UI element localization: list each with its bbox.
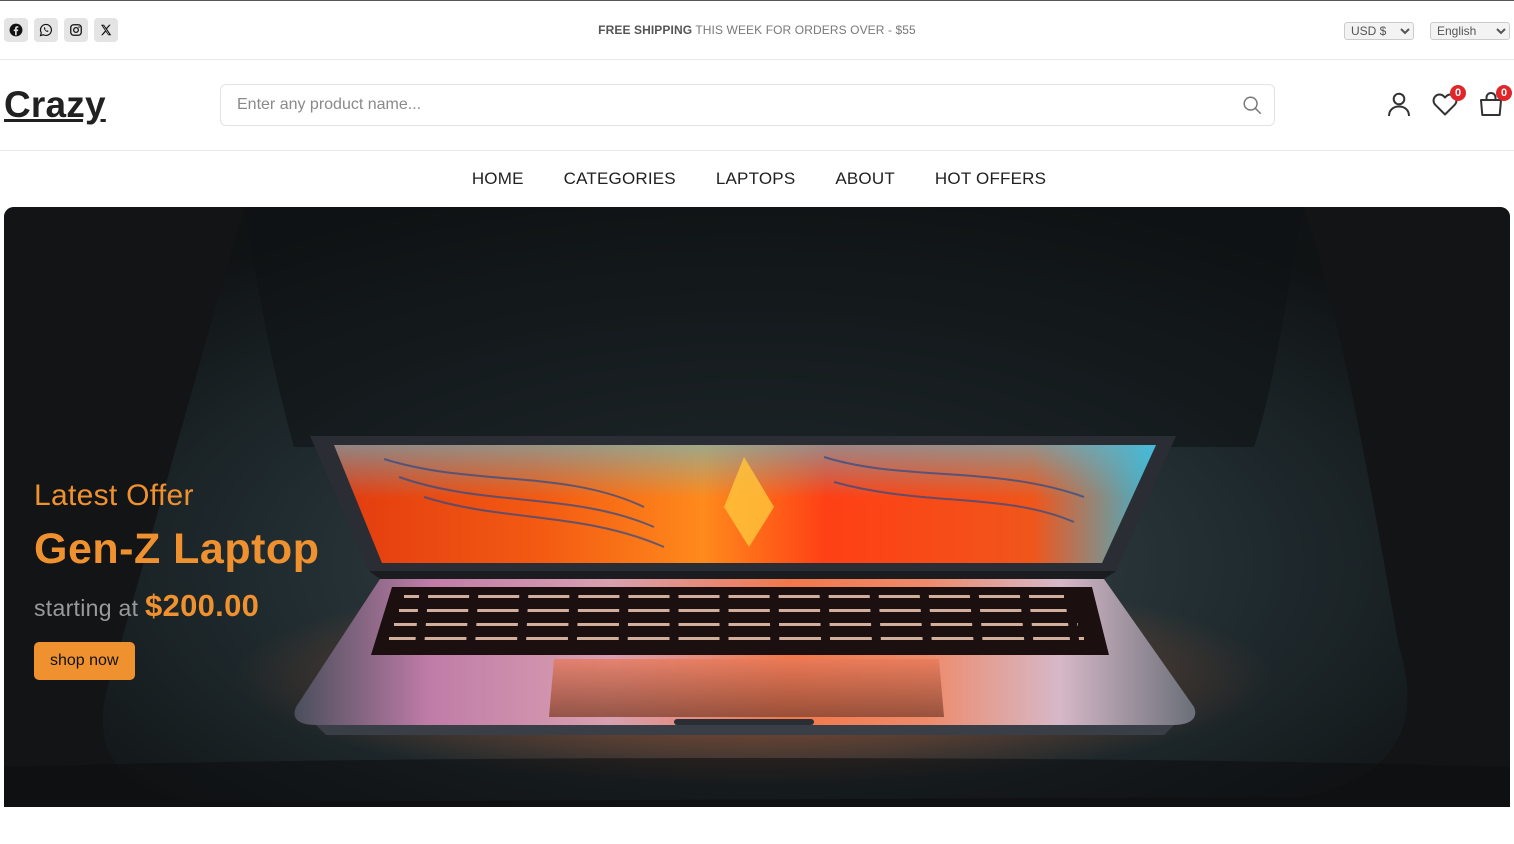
main-nav: HOME CATEGORIES LAPTOPS ABOUT HOT OFFERS [0,151,1514,207]
nav-item-about[interactable]: ABOUT [835,151,895,207]
search-button[interactable] [1240,94,1264,118]
banner-price-prefix: starting at [34,595,145,621]
cart-button[interactable]: 0 [1476,85,1512,121]
wishlist-button[interactable]: 0 [1430,85,1466,121]
wishlist-count-badge: 0 [1450,85,1466,101]
shipping-alert-text: THIS WEEK FOR ORDERS OVER - $55 [692,23,916,37]
cart-count-badge: 0 [1496,85,1512,101]
hero-content: Latest Offer Gen-Z Laptop starting at $2… [34,479,319,680]
header-main: Crazy 0 0 [0,60,1514,151]
preferences: USD $ English [1344,22,1510,40]
banner-price-text: starting at $200.00 [34,588,319,624]
currency-select[interactable]: USD $ [1344,22,1414,40]
banner-subtitle: Latest Offer [34,479,194,512]
header-user-actions: 0 0 [1384,85,1514,123]
shipping-alert-bold: FREE SHIPPING [598,23,693,37]
person-icon [1388,92,1410,116]
nav-item-hot-offers[interactable]: HOT OFFERS [935,151,1046,207]
nav-item-laptops[interactable]: LAPTOPS [716,151,796,207]
account-button[interactable] [1384,89,1414,121]
banner-price: $200.00 [145,588,260,623]
site-logo[interactable]: Crazy [4,84,106,126]
search-bar [220,84,1275,126]
nav-item-home[interactable]: HOME [472,151,524,207]
search-icon [1243,96,1261,114]
shop-now-button[interactable]: shop now [34,642,135,680]
language-select[interactable]: English [1430,22,1510,40]
nav-item-categories[interactable]: CATEGORIES [564,151,676,207]
hero-banner: Latest Offer Gen-Z Laptop starting at $2… [4,207,1510,807]
header-top: FREE SHIPPING THIS WEEK FOR ORDERS OVER … [0,0,1514,60]
banner-title: Gen-Z Laptop [34,525,320,573]
shipping-alert: FREE SHIPPING THIS WEEK FOR ORDERS OVER … [0,23,1514,37]
search-input[interactable] [221,85,1274,125]
